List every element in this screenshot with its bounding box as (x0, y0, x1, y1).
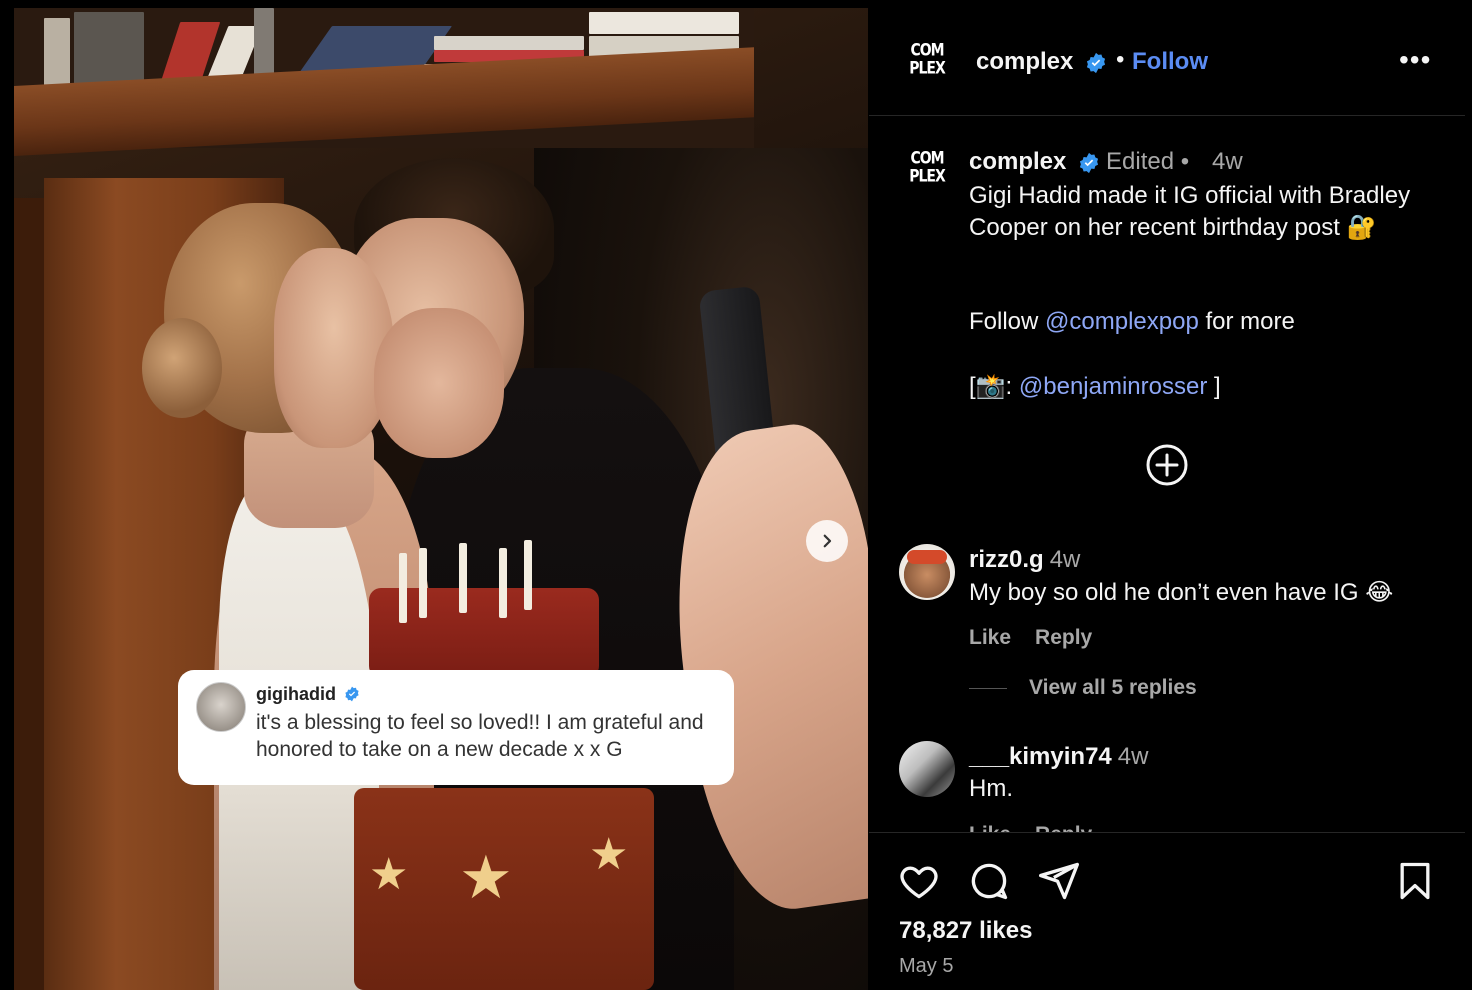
candle (524, 540, 532, 610)
like-comment-button[interactable]: Like (969, 823, 1011, 832)
candle (419, 548, 427, 618)
post-photo[interactable]: ★ ★ ★ gigihadid it's a blessing to feel … (14, 8, 868, 990)
plus-circle-icon (1146, 444, 1188, 486)
caption-username[interactable]: complex (969, 148, 1066, 176)
complex-logo-avatar[interactable]: COM PLEX (909, 149, 946, 193)
replies-divider (969, 687, 1007, 689)
complex-logo-avatar[interactable]: COM PLEX (909, 41, 946, 85)
avatar-hat (907, 550, 947, 564)
comment-timestamp: 4w (1117, 743, 1149, 770)
comment-actions: Like Reply (969, 626, 1116, 650)
comment-actions: Like Reply (969, 823, 1116, 832)
comment-text: My boy so old he don’t even have IG 😂 (969, 579, 1394, 606)
post-date: May 5 (899, 955, 954, 977)
star-decoration: ★ (589, 830, 629, 879)
caption-text: ] (1207, 373, 1221, 400)
commenter-avatar[interactable] (899, 741, 955, 797)
post-modal: ★ ★ ★ gigihadid it's a blessing to feel … (0, 0, 1472, 990)
follow-button[interactable]: Follow (1132, 48, 1208, 76)
comment-text: it's a blessing to feel so loved!! I am … (256, 711, 704, 761)
heart-icon (900, 866, 938, 899)
mention-link[interactable]: @benjaminrosser (1019, 373, 1207, 400)
comment-button[interactable] (967, 859, 1011, 903)
star-decoration: ★ (459, 844, 513, 911)
reply-button[interactable]: Reply (1035, 823, 1092, 832)
caption-text: Follow (969, 308, 1046, 335)
commenter-username[interactable]: rizz0.g (969, 546, 1044, 573)
caption-text: [📸: (969, 373, 1019, 400)
bookmark-icon (1400, 862, 1430, 900)
comment-username: gigihadid (256, 684, 336, 704)
more-options-icon[interactable]: ••• (1399, 44, 1431, 76)
verified-badge-icon (1078, 152, 1100, 179)
next-slide-button[interactable] (806, 520, 848, 562)
comment-text: Hm. (969, 775, 1013, 802)
separator-dot: • (1116, 46, 1125, 73)
comment-username-line: rizz0.g 4w (969, 546, 1080, 574)
mention-link[interactable]: @complexpop (1045, 308, 1199, 335)
likes-count[interactable]: 78,827 likes (899, 917, 1032, 945)
view-replies-label: View all 5 replies (1029, 676, 1197, 699)
edited-label: Edited • (1106, 148, 1190, 175)
view-replies-button[interactable]: View all 5 replies (969, 676, 1197, 700)
logo-text: PLEX (909, 59, 946, 79)
commenter-username[interactable]: ___kimyin74 (969, 743, 1112, 770)
save-button[interactable] (1393, 859, 1437, 903)
verified-badge-icon (1085, 52, 1107, 79)
book (589, 12, 739, 34)
candle (399, 553, 407, 623)
share-button[interactable] (1037, 859, 1081, 903)
account-username[interactable]: complex (976, 48, 1073, 76)
candle (459, 543, 467, 613)
comment-timestamp: 4w (1049, 546, 1081, 573)
caption-follow-line: Follow @complexpop for more (969, 308, 1295, 336)
commenter-avatar[interactable] (899, 544, 955, 600)
post-footer: 78,827 likes May 5 (869, 832, 1465, 990)
woman-bun (142, 318, 222, 418)
star-decoration: ★ (369, 850, 409, 899)
like-comment-button[interactable]: Like (969, 626, 1011, 649)
comment-username-line: ___kimyin74 4w (969, 743, 1148, 771)
speech-bubble-icon (971, 863, 1008, 900)
candle (499, 548, 507, 618)
verified-badge-icon (344, 686, 360, 707)
avatar (196, 682, 246, 732)
logo-text: COM (910, 41, 944, 61)
like-button[interactable] (897, 859, 941, 903)
post-timestamp: 4w (1212, 148, 1243, 175)
logo-text: COM (910, 149, 944, 169)
caption-credit-line: [📸: @benjaminrosser ] (969, 372, 1221, 401)
reply-button[interactable]: Reply (1035, 626, 1092, 649)
post-details-panel: COM PLEX complex • Follow ••• COM PLEX c… (869, 8, 1465, 990)
post-header: COM PLEX complex • Follow ••• (869, 8, 1465, 116)
woman-face (274, 248, 394, 448)
caption-text: Gigi Hadid made it IG official with Brad… (969, 182, 1411, 241)
book (434, 36, 584, 50)
gigihadid-comment-card: gigihadid it's a blessing to feel so lov… (178, 670, 734, 785)
paper-plane-icon (1039, 862, 1079, 900)
woman-hand (374, 308, 504, 458)
caption-text: for more (1198, 308, 1295, 335)
logo-text: PLEX (909, 167, 946, 187)
chevron-right-icon (823, 534, 832, 548)
load-more-comments-button[interactable] (1145, 443, 1189, 487)
